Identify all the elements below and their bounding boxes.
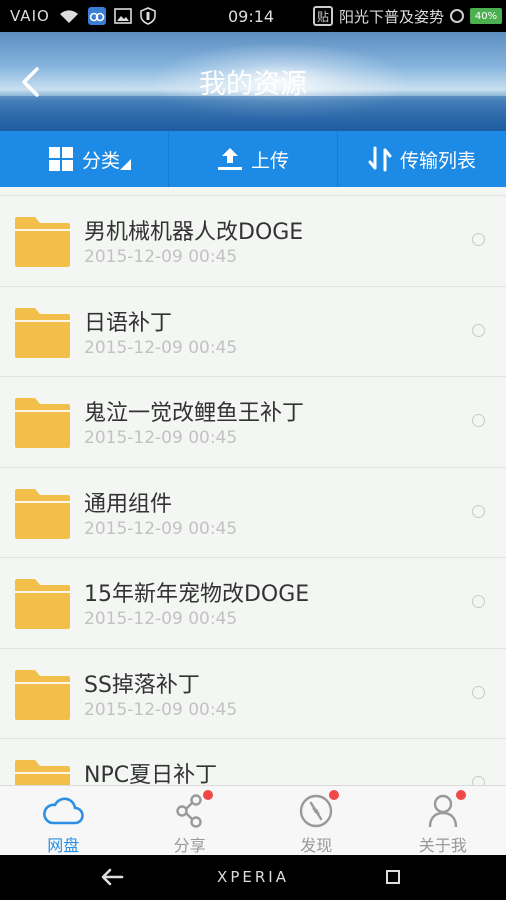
header-bar: 我的资源 [0,32,506,131]
nav-label: 分享 [173,836,206,855]
nav-item-netdisk[interactable]: 网盘 [0,786,127,855]
list-item[interactable]: 男机械机器人改DOGE 2015-12-09 00:45 [0,196,506,287]
upload-icon [217,148,242,170]
cloud-icon [42,792,84,830]
file-name: 15年新年宠物改DOGE [84,582,310,607]
status-time: 09:14 [228,7,275,26]
file-date: 2015-12-09 00:45 [84,699,238,720]
nav-label: 关于我 [418,836,467,855]
dropdown-caret-icon [120,159,131,170]
select-radio[interactable] [472,233,485,246]
folder-icon [15,488,70,539]
grid-icon [48,147,73,171]
notification-dot [455,790,466,800]
recent-apps-icon[interactable] [386,870,400,884]
category-button[interactable]: 分类 [0,131,168,187]
file-name: 男机械机器人改DOGE [84,220,304,245]
system-brand: XPERIA [217,868,289,886]
person-icon [422,790,466,830]
file-name: 日语补丁 [84,310,173,336]
category-label: 分类 [81,149,120,172]
folder-icon [15,217,70,267]
nav-item-discover[interactable]: 发现 [253,786,380,855]
action-toolbar: 分类 上传 传输列表 [0,131,506,187]
notification-dot [202,790,213,800]
file-name: 鬼泣一觉改鲤鱼王补丁 [84,401,305,426]
list-item[interactable]: SS掉落补丁 2015-12-09 00:45 [0,649,506,739]
list-item[interactable]: NPC夏日补丁 [0,739,506,785]
share-icon [169,790,213,830]
select-radio[interactable] [472,323,485,337]
select-radio[interactable] [472,504,485,518]
file-date: 2015-12-09 00:45 [84,247,238,267]
transfer-arrows-icon [368,146,392,172]
file-name: 通用组件 [84,491,173,517]
wifi-icon [59,10,78,23]
file-list: 男机械机器人改DOGE 2015-12-09 00:45 日语补丁 2015-1… [0,187,506,785]
transfer-label: 传输列表 [399,149,476,172]
list-item[interactable]: 鬼泣一觉改鲤鱼王补丁 2015-12-09 00:45 [0,377,506,468]
folder-icon [15,398,70,448]
alarm-icon [450,9,464,23]
folder-icon [15,760,70,785]
brand-logo: VAIO [10,7,50,25]
header-background-sea [0,96,506,131]
folder-icon [15,307,70,358]
page-title: 我的资源 [199,69,307,100]
list-top-divider [0,187,506,196]
list-item[interactable]: 通用组件 2015-12-09 00:45 [0,468,506,558]
folder-icon [15,669,70,720]
list-item[interactable]: 日语补丁 2015-12-09 00:45 [0,287,506,377]
bottom-navigation: 网盘 分享 发现 关于我 [0,785,506,855]
nav-label: 网盘 [47,836,80,855]
battery-indicator: 40% [470,8,502,24]
shield-icon [139,7,156,25]
notification-text: 阳光下普及姿势 [338,7,444,26]
select-radio[interactable] [472,776,485,785]
image-icon [113,8,132,24]
select-radio[interactable] [472,685,485,699]
select-radio[interactable] [472,414,485,427]
file-date: 2015-12-09 00:45 [84,428,238,448]
tieba-notification-icon: 贴 [312,6,333,26]
notification-dot [329,790,340,800]
system-navigation-bar: XPERIA [0,855,506,900]
status-left: VAIO [10,6,156,26]
transfer-list-button[interactable]: 传输列表 [337,131,506,187]
nav-item-share[interactable]: 分享 [127,786,254,855]
file-name: SS掉落补丁 [84,672,200,698]
nav-item-about-me[interactable]: 关于我 [380,786,506,855]
list-item[interactable]: 15年新年宠物改DOGE 2015-12-09 00:45 [0,558,506,649]
upload-label: 上传 [250,149,289,172]
folder-icon [15,579,70,629]
status-bar: VAIO 09:14 贴 阳光下普及姿势 40% [0,0,506,32]
compass-icon [295,790,340,830]
upload-button[interactable]: 上传 [168,131,337,187]
file-date: 2015-12-09 00:45 [84,518,238,539]
baidu-cloud-icon [87,7,106,25]
status-right: 贴 阳光下普及姿势 40% [312,6,502,26]
file-name: NPC夏日补丁 [84,763,218,785]
nav-label: 发现 [300,836,333,855]
file-date: 2015-12-09 00:45 [84,337,238,358]
file-date: 2015-12-09 00:45 [84,609,238,629]
select-radio[interactable] [472,595,485,608]
